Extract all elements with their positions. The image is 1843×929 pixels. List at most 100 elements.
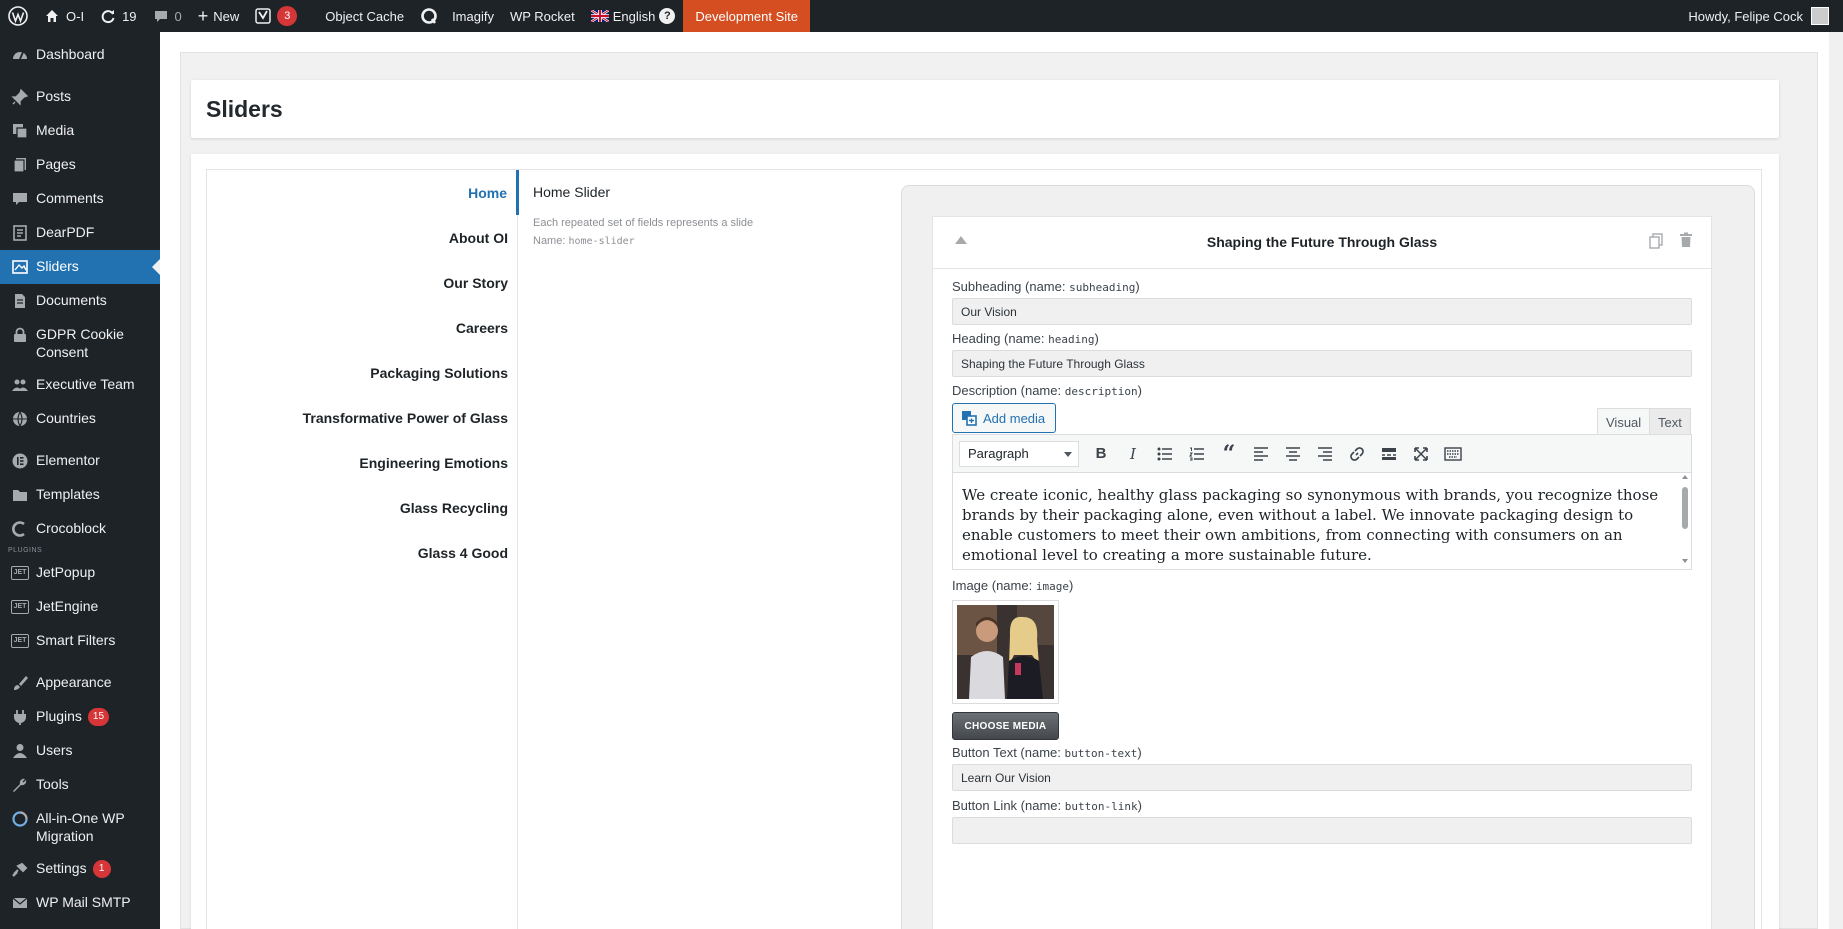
numbered-list-icon[interactable]: [1181, 439, 1213, 469]
menu-all-in-one-wp-migration[interactable]: All-in-One WP Migration: [0, 802, 160, 852]
align-center-icon[interactable]: [1277, 439, 1309, 469]
tab-home[interactable]: Home: [207, 170, 519, 215]
imagify-link[interactable]: Imagify: [412, 0, 502, 32]
menu-jetpopup[interactable]: JET JetPopup: [0, 556, 160, 590]
menu-appearance[interactable]: Appearance: [0, 666, 160, 700]
page-scrollbar[interactable]: [1829, 32, 1843, 929]
editor-tab-text[interactable]: Text: [1649, 408, 1691, 436]
tab-about-oi[interactable]: About OI: [207, 215, 517, 260]
tab-glass-4-good[interactable]: Glass 4 Good: [207, 530, 517, 575]
menu-pages[interactable]: Pages: [0, 148, 160, 182]
description-editor-content[interactable]: We create iconic, healthy glass packagin…: [953, 473, 1691, 569]
section-tabs: Home About OI Our Story Careers Packagin…: [207, 170, 519, 929]
heading-input[interactable]: Shaping the Future Through Glass: [952, 350, 1692, 377]
help-icon: ?: [659, 8, 676, 24]
slide-title: Shaping the Future Through Glass: [1206, 234, 1438, 250]
button-link-input[interactable]: [952, 817, 1692, 844]
menu-templates[interactable]: Templates: [0, 478, 160, 512]
align-left-icon[interactable]: [1245, 439, 1277, 469]
jet-icon: JET: [11, 634, 29, 648]
blockquote-icon[interactable]: “: [1213, 439, 1245, 469]
globe-icon: [10, 409, 30, 429]
menu-plugins[interactable]: Plugins 15: [0, 700, 160, 734]
wordpress-logo[interactable]: [0, 0, 36, 32]
jet-icon: JET: [11, 600, 29, 614]
development-site-badge[interactable]: Development Site: [683, 0, 811, 32]
menu-comments[interactable]: Comments: [0, 182, 160, 216]
object-cache-link[interactable]: Object Cache: [317, 0, 412, 32]
menu-smart-filters[interactable]: JET Smart Filters: [0, 624, 160, 658]
bullet-list-icon[interactable]: [1149, 439, 1181, 469]
lock-icon: [10, 325, 30, 345]
pin-icon: [10, 87, 30, 107]
menu-documents[interactable]: Documents: [0, 284, 160, 318]
uk-flag-icon: [590, 10, 609, 22]
field-title: Home Slider: [533, 184, 611, 200]
menu-elementor[interactable]: Elementor: [0, 444, 160, 478]
bold-icon[interactable]: B: [1085, 439, 1117, 469]
menu-wp-mail-smtp[interactable]: WP Mail SMTP: [0, 886, 160, 920]
read-more-icon[interactable]: [1373, 439, 1405, 469]
site-name-link[interactable]: O-I: [36, 0, 92, 32]
updates-icon: [101, 10, 115, 24]
imagify-icon: [421, 8, 437, 24]
menu-dashboard[interactable]: Dashboard: [0, 38, 160, 72]
field-name-code: home-slider: [568, 236, 635, 247]
menu-users[interactable]: Users: [0, 734, 160, 768]
add-media-button[interactable]: Add media: [952, 403, 1057, 433]
field-description: Each repeated set of fields represents a…: [533, 217, 754, 247]
menu-dearpdf[interactable]: DearPDF: [0, 216, 160, 250]
tab-glass-recycling[interactable]: Glass Recycling: [207, 485, 517, 530]
page-header: Sliders: [191, 80, 1779, 138]
link-icon[interactable]: [1341, 439, 1373, 469]
slide-item: Shaping the Future Through Glass Subhead…: [932, 216, 1712, 929]
menu-sliders[interactable]: Sliders: [0, 250, 160, 284]
align-right-icon[interactable]: [1309, 439, 1341, 469]
fullscreen-icon[interactable]: [1405, 439, 1437, 469]
tab-packaging-solutions[interactable]: Packaging Solutions: [207, 350, 517, 395]
menu-settings[interactable]: Settings 1: [0, 852, 160, 886]
menu-media[interactable]: Media: [0, 114, 160, 148]
editor-tab-visual[interactable]: Visual: [1597, 408, 1651, 436]
updates-link[interactable]: 19: [92, 0, 144, 32]
avatar: [1811, 7, 1829, 25]
tab-careers[interactable]: Careers: [207, 305, 517, 350]
menu-posts[interactable]: Posts: [0, 80, 160, 114]
button-text-input[interactable]: Learn Our Vision: [952, 764, 1692, 791]
keyboard-icon[interactable]: [1437, 439, 1469, 469]
language-switcher[interactable]: English ?: [583, 0, 684, 32]
migration-icon: [10, 809, 30, 829]
trash-icon[interactable]: [1679, 232, 1693, 251]
tab-engineering-emotions[interactable]: Engineering Emotions: [207, 440, 517, 485]
folder-icon: [10, 485, 30, 505]
yoast-link[interactable]: 3: [247, 0, 305, 32]
description-label: Description (name: description): [952, 383, 1142, 398]
new-content-link[interactable]: + New: [190, 0, 248, 32]
comments-link[interactable]: 0: [145, 0, 190, 32]
copy-icon[interactable]: [1649, 233, 1663, 252]
paintbrush-icon: [10, 673, 30, 693]
menu-jetengine[interactable]: JET JetEngine: [0, 590, 160, 624]
tab-our-story[interactable]: Our Story: [207, 260, 517, 305]
subheading-input[interactable]: Our Vision: [952, 298, 1692, 325]
editor-scrollbar[interactable]: [1679, 473, 1691, 569]
crocoblock-icon: [10, 519, 30, 539]
subheading-label: Subheading (name: subheading): [952, 279, 1140, 294]
pages-icon: [10, 155, 30, 175]
menu-tools[interactable]: Tools: [0, 768, 160, 802]
tab-transformative-power-of-glass[interactable]: Transformative Power of Glass: [207, 395, 517, 440]
my-account[interactable]: Howdy, Felipe Cock: [1688, 7, 1843, 25]
format-select[interactable]: Paragraph: [959, 440, 1079, 467]
wp-rocket-link[interactable]: WP Rocket: [502, 0, 583, 32]
field-info: Home Slider Each repeated set of fields …: [533, 184, 893, 251]
menu-gdpr-cookie-consent[interactable]: GDPR Cookie Consent: [0, 318, 160, 368]
menu-executive-team[interactable]: Executive Team: [0, 368, 160, 402]
italic-icon[interactable]: I: [1117, 439, 1149, 469]
jet-icon: JET: [11, 566, 29, 580]
menu-crocoblock[interactable]: Crocoblock: [0, 512, 160, 546]
slide-header[interactable]: Shaping the Future Through Glass: [933, 217, 1711, 269]
menu-countries[interactable]: Countries: [0, 402, 160, 436]
new-label: New: [213, 8, 240, 24]
image-preview[interactable]: [952, 600, 1059, 704]
choose-media-button[interactable]: CHOOSE MEDIA: [952, 712, 1059, 740]
